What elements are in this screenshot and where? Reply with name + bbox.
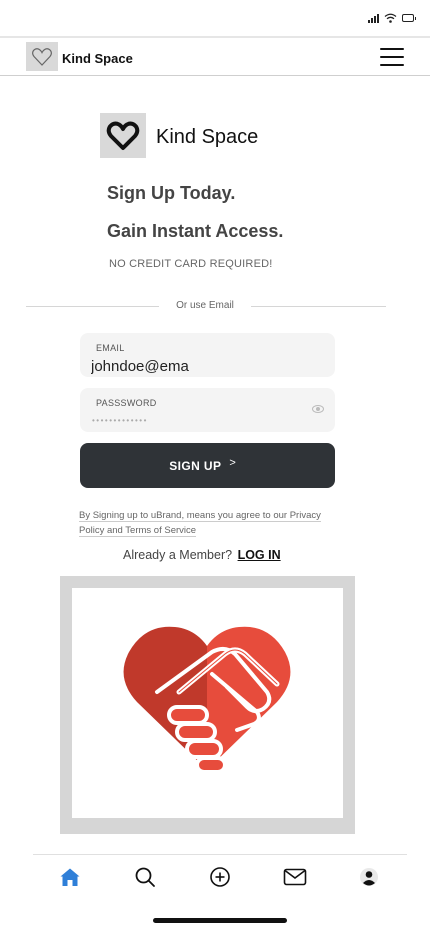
status-icons bbox=[368, 13, 416, 23]
hamburger-menu-icon[interactable] bbox=[380, 48, 404, 66]
already-member: Already a Member? LOG IN bbox=[123, 548, 281, 562]
sign-up-button[interactable]: SIGN UP > bbox=[80, 443, 335, 488]
sign-up-label: SIGN UP bbox=[169, 458, 222, 473]
add-circle-icon[interactable] bbox=[207, 864, 233, 890]
or-use-email-label: Or use Email bbox=[176, 300, 234, 311]
eye-icon[interactable] bbox=[312, 405, 324, 413]
illustration-frame bbox=[60, 576, 355, 834]
home-icon[interactable] bbox=[57, 864, 83, 890]
chevron-right-icon: > bbox=[229, 457, 236, 469]
log-in-link[interactable]: LOG IN bbox=[238, 548, 281, 562]
password-field[interactable]: PASSSWORD ••••••••••••• bbox=[80, 388, 335, 432]
home-indicator[interactable] bbox=[153, 918, 287, 923]
member-prompt: Already a Member? bbox=[123, 548, 233, 562]
heart-icon bbox=[100, 113, 146, 158]
mail-icon[interactable] bbox=[282, 864, 308, 890]
password-input[interactable]: ••••••••••••• bbox=[92, 416, 148, 425]
profile-icon[interactable] bbox=[356, 864, 382, 890]
email-input[interactable]: johndoe@ema bbox=[91, 358, 321, 375]
email-field[interactable]: EMAIL johndoe@ema bbox=[80, 333, 335, 377]
headline-sign-up: Sign Up Today. bbox=[107, 183, 236, 203]
header-title: Kind Space bbox=[62, 51, 133, 66]
signal-icon bbox=[368, 13, 379, 23]
terms-link[interactable]: By Signing up to uBrand, means you agree… bbox=[79, 510, 321, 537]
heart-outline-icon[interactable] bbox=[26, 42, 58, 71]
no-credit-card-note: NO CREDIT CARD REQUIRED! bbox=[109, 258, 273, 270]
terms-text[interactable]: By Signing up to uBrand, means you agree… bbox=[79, 508, 341, 538]
password-label: PASSSWORD bbox=[96, 398, 157, 408]
status-bar bbox=[0, 0, 430, 36]
divider-right bbox=[251, 306, 386, 307]
heart-handshake-icon bbox=[123, 626, 291, 774]
illustration-panel bbox=[72, 588, 343, 818]
wifi-icon bbox=[384, 13, 397, 23]
divider-left bbox=[26, 306, 159, 307]
battery-icon bbox=[402, 14, 416, 22]
app-header: Kind Space bbox=[0, 38, 430, 76]
headline-instant-access: Gain Instant Access. bbox=[107, 221, 284, 241]
brand-name: Kind Space bbox=[156, 126, 259, 148]
email-label: EMAIL bbox=[96, 343, 125, 353]
bottom-nav bbox=[0, 862, 430, 892]
search-icon[interactable] bbox=[132, 864, 158, 890]
nav-divider bbox=[33, 854, 407, 855]
